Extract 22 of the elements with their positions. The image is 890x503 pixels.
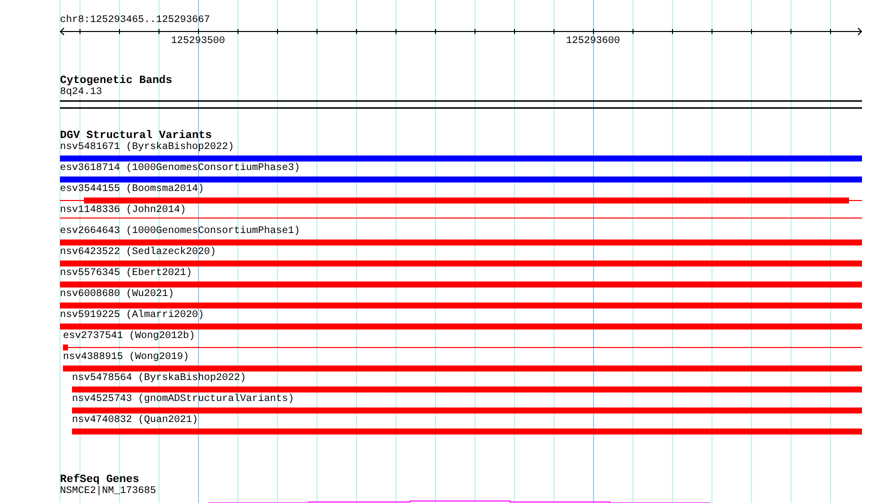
gene-label: NSMCE2|NM_173685	[60, 486, 156, 498]
variant-label: nsv5576345 (Ebert2021)	[60, 268, 192, 280]
tick-label: 125293500	[171, 36, 225, 48]
variant-label: nsv4525743 (gnomADStructuralVariants)	[72, 394, 294, 406]
variant-label: nsv6008680 (Wu2021)	[60, 289, 174, 301]
variant-label: nsv4740832 (Quan2021)	[72, 415, 198, 427]
variant-label: esv2737541 (Wong2012b)	[63, 331, 196, 343]
track-title: Cytogenetic Bands	[60, 75, 172, 87]
variant-label: esv3618714 (1000GenomesConsortiumPhase3)	[60, 163, 300, 175]
band-label: 8q24.13	[60, 87, 102, 99]
variant-label: nsv5478564 (ByrskaBishop2022)	[72, 373, 246, 385]
variant-label: nsv5919225 (Almarri2020)	[60, 310, 204, 322]
coordinate-range: chr8:125293465..125293667	[60, 15, 210, 27]
variant-label: esv3544155 (Boomsma2014)	[60, 184, 204, 196]
variant-label: nsv1148336 (John2014)	[60, 205, 186, 217]
variant-label: nsv6423522 (Sedlazeck2020)	[60, 247, 216, 259]
tick-label: 125293600	[566, 36, 620, 48]
variant-label: nsv5481671 (ByrskaBishop2022)	[60, 142, 234, 154]
variant-label: esv2664643 (1000GenomesConsortiumPhase1)	[60, 226, 300, 238]
variant-label: nsv4388915 (Wong2019)	[63, 352, 190, 364]
track-title: RefSeq Genes	[60, 474, 140, 486]
track-title: DGV Structural Variants	[60, 130, 212, 142]
